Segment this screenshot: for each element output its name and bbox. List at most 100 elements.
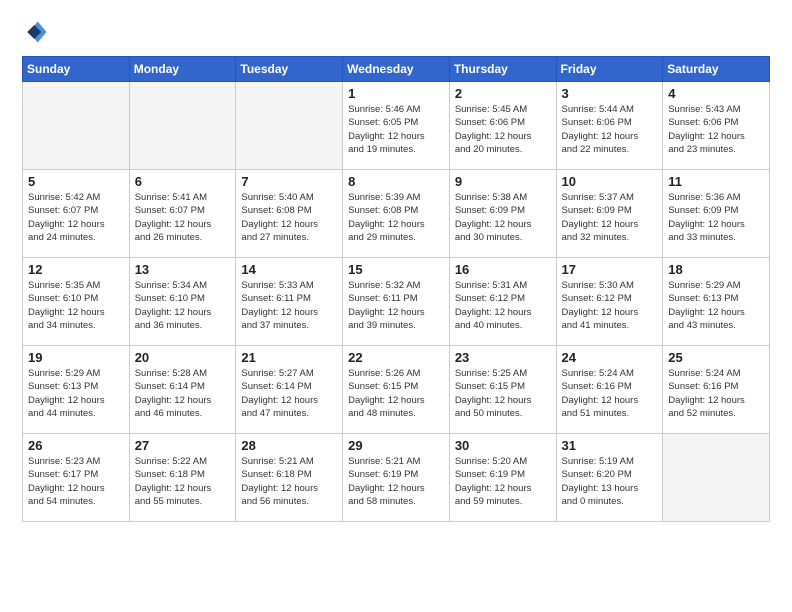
calendar-cell: 27 Sunrise: 5:22 AM Sunset: 6:18 PM Dayli… [129, 434, 236, 522]
day-info: Sunrise: 5:21 AM Sunset: 6:18 PM Dayligh… [241, 455, 337, 508]
weekday-monday: Monday [129, 57, 236, 82]
day-number: 3 [562, 86, 658, 101]
day-info: Sunrise: 5:43 AM Sunset: 6:06 PM Dayligh… [668, 103, 764, 156]
day-info: Sunrise: 5:41 AM Sunset: 6:07 PM Dayligh… [135, 191, 231, 244]
calendar-cell: 6 Sunrise: 5:41 AM Sunset: 6:07 PM Daylig… [129, 170, 236, 258]
day-info: Sunrise: 5:44 AM Sunset: 6:06 PM Dayligh… [562, 103, 658, 156]
calendar-cell: 4 Sunrise: 5:43 AM Sunset: 6:06 PM Daylig… [663, 82, 770, 170]
page: SundayMondayTuesdayWednesdayThursdayFrid… [0, 0, 792, 612]
calendar-week-2: 5 Sunrise: 5:42 AM Sunset: 6:07 PM Daylig… [23, 170, 770, 258]
day-number: 4 [668, 86, 764, 101]
calendar-week-4: 19 Sunrise: 5:29 AM Sunset: 6:13 PM Dayli… [23, 346, 770, 434]
calendar-cell [236, 82, 343, 170]
calendar-cell: 30 Sunrise: 5:20 AM Sunset: 6:19 PM Dayli… [449, 434, 556, 522]
day-info: Sunrise: 5:33 AM Sunset: 6:11 PM Dayligh… [241, 279, 337, 332]
day-info: Sunrise: 5:27 AM Sunset: 6:14 PM Dayligh… [241, 367, 337, 420]
day-number: 12 [28, 262, 124, 277]
day-info: Sunrise: 5:38 AM Sunset: 6:09 PM Dayligh… [455, 191, 551, 244]
calendar-cell: 5 Sunrise: 5:42 AM Sunset: 6:07 PM Daylig… [23, 170, 130, 258]
day-number: 14 [241, 262, 337, 277]
calendar-cell: 21 Sunrise: 5:27 AM Sunset: 6:14 PM Dayli… [236, 346, 343, 434]
calendar-week-1: 1Sunrise: 5:46 AM Sunset: 6:05 PM Daylig… [23, 82, 770, 170]
weekday-friday: Friday [556, 57, 663, 82]
weekday-tuesday: Tuesday [236, 57, 343, 82]
weekday-wednesday: Wednesday [343, 57, 450, 82]
day-number: 19 [28, 350, 124, 365]
calendar-cell: 12 Sunrise: 5:35 AM Sunset: 6:10 PM Dayli… [23, 258, 130, 346]
day-number: 27 [135, 438, 231, 453]
calendar-cell: 23 Sunrise: 5:25 AM Sunset: 6:15 PM Dayli… [449, 346, 556, 434]
weekday-header-row: SundayMondayTuesdayWednesdayThursdayFrid… [23, 57, 770, 82]
calendar-cell: 7 Sunrise: 5:40 AM Sunset: 6:08 PM Daylig… [236, 170, 343, 258]
day-number: 24 [562, 350, 658, 365]
day-number: 5 [28, 174, 124, 189]
calendar-cell: 19 Sunrise: 5:29 AM Sunset: 6:13 PM Dayli… [23, 346, 130, 434]
calendar-cell: 29 Sunrise: 5:21 AM Sunset: 6:19 PM Dayli… [343, 434, 450, 522]
day-info: Sunrise: 5:24 AM Sunset: 6:16 PM Dayligh… [668, 367, 764, 420]
day-info: Sunrise: 5:22 AM Sunset: 6:18 PM Dayligh… [135, 455, 231, 508]
day-number: 18 [668, 262, 764, 277]
day-info: Sunrise: 5:28 AM Sunset: 6:14 PM Dayligh… [135, 367, 231, 420]
weekday-sunday: Sunday [23, 57, 130, 82]
day-number: 17 [562, 262, 658, 277]
header [22, 18, 770, 46]
calendar: SundayMondayTuesdayWednesdayThursdayFrid… [22, 56, 770, 522]
day-info: Sunrise: 5:25 AM Sunset: 6:15 PM Dayligh… [455, 367, 551, 420]
calendar-cell: 11 Sunrise: 5:36 AM Sunset: 6:09 PM Dayli… [663, 170, 770, 258]
day-info: Sunrise: 5:40 AM Sunset: 6:08 PM Dayligh… [241, 191, 337, 244]
day-info: Sunrise: 5:23 AM Sunset: 6:17 PM Dayligh… [28, 455, 124, 508]
day-number: 21 [241, 350, 337, 365]
calendar-cell: 3 Sunrise: 5:44 AM Sunset: 6:06 PM Daylig… [556, 82, 663, 170]
calendar-cell: 26Sunrise: 5:23 AM Sunset: 6:17 PM Dayli… [23, 434, 130, 522]
calendar-cell: 25Sunrise: 5:24 AM Sunset: 6:16 PM Dayli… [663, 346, 770, 434]
calendar-cell: 28 Sunrise: 5:21 AM Sunset: 6:18 PM Dayli… [236, 434, 343, 522]
day-number: 8 [348, 174, 444, 189]
calendar-cell: 24 Sunrise: 5:24 AM Sunset: 6:16 PM Dayli… [556, 346, 663, 434]
day-number: 9 [455, 174, 551, 189]
day-info: Sunrise: 5:20 AM Sunset: 6:19 PM Dayligh… [455, 455, 551, 508]
calendar-cell [663, 434, 770, 522]
day-info: Sunrise: 5:35 AM Sunset: 6:10 PM Dayligh… [28, 279, 124, 332]
day-number: 13 [135, 262, 231, 277]
calendar-cell: 10 Sunrise: 5:37 AM Sunset: 6:09 PM Dayli… [556, 170, 663, 258]
day-info: Sunrise: 5:31 AM Sunset: 6:12 PM Dayligh… [455, 279, 551, 332]
day-info: Sunrise: 5:45 AM Sunset: 6:06 PM Dayligh… [455, 103, 551, 156]
calendar-week-3: 12 Sunrise: 5:35 AM Sunset: 6:10 PM Dayli… [23, 258, 770, 346]
calendar-header: SundayMondayTuesdayWednesdayThursdayFrid… [23, 57, 770, 82]
day-number: 28 [241, 438, 337, 453]
day-number: 7 [241, 174, 337, 189]
calendar-cell: 18Sunrise: 5:29 AM Sunset: 6:13 PM Dayli… [663, 258, 770, 346]
day-info: Sunrise: 5:32 AM Sunset: 6:11 PM Dayligh… [348, 279, 444, 332]
calendar-cell: 17Sunrise: 5:30 AM Sunset: 6:12 PM Dayli… [556, 258, 663, 346]
day-info: Sunrise: 5:37 AM Sunset: 6:09 PM Dayligh… [562, 191, 658, 244]
weekday-saturday: Saturday [663, 57, 770, 82]
weekday-thursday: Thursday [449, 57, 556, 82]
calendar-cell: 20 Sunrise: 5:28 AM Sunset: 6:14 PM Dayli… [129, 346, 236, 434]
calendar-cell: 31Sunrise: 5:19 AM Sunset: 6:20 PM Dayli… [556, 434, 663, 522]
day-info: Sunrise: 5:29 AM Sunset: 6:13 PM Dayligh… [28, 367, 124, 420]
day-info: Sunrise: 5:34 AM Sunset: 6:10 PM Dayligh… [135, 279, 231, 332]
calendar-cell: 22Sunrise: 5:26 AM Sunset: 6:15 PM Dayli… [343, 346, 450, 434]
day-info: Sunrise: 5:42 AM Sunset: 6:07 PM Dayligh… [28, 191, 124, 244]
calendar-body: 1Sunrise: 5:46 AM Sunset: 6:05 PM Daylig… [23, 82, 770, 522]
day-number: 23 [455, 350, 551, 365]
day-number: 10 [562, 174, 658, 189]
calendar-cell: 8Sunrise: 5:39 AM Sunset: 6:08 PM Daylig… [343, 170, 450, 258]
day-number: 20 [135, 350, 231, 365]
day-info: Sunrise: 5:21 AM Sunset: 6:19 PM Dayligh… [348, 455, 444, 508]
calendar-cell: 16 Sunrise: 5:31 AM Sunset: 6:12 PM Dayli… [449, 258, 556, 346]
calendar-week-5: 26Sunrise: 5:23 AM Sunset: 6:17 PM Dayli… [23, 434, 770, 522]
day-number: 30 [455, 438, 551, 453]
day-info: Sunrise: 5:46 AM Sunset: 6:05 PM Dayligh… [348, 103, 444, 156]
calendar-cell: 13 Sunrise: 5:34 AM Sunset: 6:10 PM Dayli… [129, 258, 236, 346]
day-info: Sunrise: 5:19 AM Sunset: 6:20 PM Dayligh… [562, 455, 658, 508]
day-info: Sunrise: 5:36 AM Sunset: 6:09 PM Dayligh… [668, 191, 764, 244]
calendar-cell [23, 82, 130, 170]
day-number: 29 [348, 438, 444, 453]
day-number: 11 [668, 174, 764, 189]
calendar-cell: 1Sunrise: 5:46 AM Sunset: 6:05 PM Daylig… [343, 82, 450, 170]
logo [22, 18, 54, 46]
day-number: 16 [455, 262, 551, 277]
day-number: 6 [135, 174, 231, 189]
day-info: Sunrise: 5:24 AM Sunset: 6:16 PM Dayligh… [562, 367, 658, 420]
